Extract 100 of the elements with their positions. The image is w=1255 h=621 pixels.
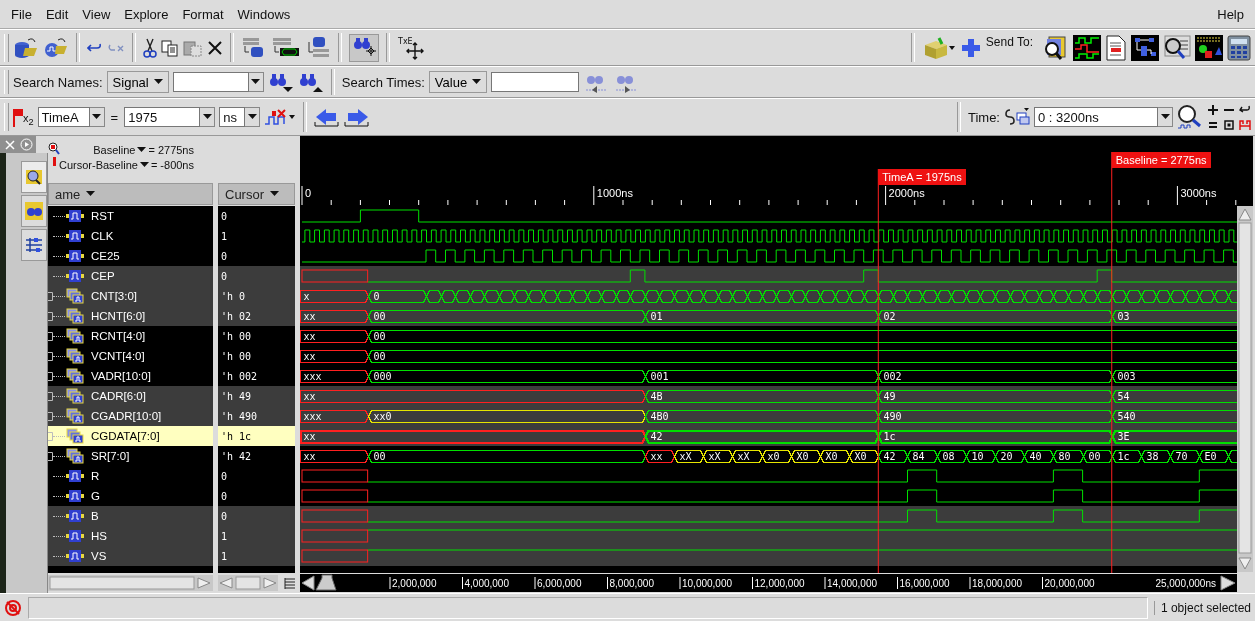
marker-search-icon[interactable] [48, 142, 60, 156]
dropdown-button[interactable] [200, 107, 216, 127]
plus-icon[interactable] [959, 36, 982, 59]
signal-row[interactable]: CE25 [48, 246, 213, 266]
undo-icon[interactable] [87, 41, 103, 54]
marker-time-field[interactable]: 1975 [124, 107, 201, 127]
flag-icon[interactable] [13, 107, 23, 127]
schematic-icon[interactable] [1131, 34, 1159, 61]
signal-row[interactable]: B [48, 506, 213, 526]
dropdown-button[interactable] [245, 107, 261, 127]
menu-item[interactable]: File [4, 6, 39, 22]
signal-row[interactable]: CEP [48, 266, 213, 286]
bus-value: 54 [1117, 391, 1130, 402]
cut-icon[interactable] [143, 37, 157, 58]
hierarchy-tab-icon[interactable] [21, 229, 47, 261]
delta-label: Cursor-Baseline [59, 159, 138, 171]
signal-row[interactable]: RST [48, 206, 213, 226]
waveform-icon[interactable] [1073, 34, 1101, 61]
signal-name: CNT[3:0] [91, 290, 137, 302]
overview-label: 4,000,000 [464, 578, 509, 589]
play-icon[interactable] [20, 138, 33, 151]
delete-icon[interactable] [207, 39, 223, 56]
horizontal-scrollbar[interactable] [218, 575, 278, 591]
signal-row[interactable]: VS [48, 546, 213, 566]
zoom-in-icon[interactable] [1207, 103, 1219, 116]
signal-icon [65, 488, 85, 504]
document-icon[interactable] [1105, 34, 1127, 61]
bus-value: xx [303, 351, 316, 362]
menu-item[interactable]: Edit [38, 6, 76, 22]
bus-value: xx [303, 431, 316, 442]
menu-item[interactable]: Explore [117, 6, 176, 22]
marker-line[interactable] [1111, 151, 1113, 573]
bus-value: 40 [1029, 451, 1042, 462]
inspector-tab-icon[interactable] [21, 161, 47, 193]
zoom-fit-icon[interactable] [1223, 118, 1235, 131]
menu-item[interactable]: Windows [230, 6, 298, 22]
binoculars-up-icon[interactable] [297, 71, 324, 93]
open-waveform-icon[interactable] [43, 35, 69, 60]
tick-mark [462, 576, 463, 590]
copy-icon[interactable] [161, 38, 179, 57]
open-database-icon[interactable] [13, 35, 39, 60]
signal-row[interactable]: G [48, 486, 213, 506]
signal-row[interactable]: SR[7:0] [48, 446, 213, 466]
horizontal-scrollbar[interactable] [48, 575, 213, 591]
value-dropdown[interactable]: Value [428, 71, 488, 93]
signal-row[interactable]: CNT[3:0] [48, 286, 213, 306]
unit-field[interactable]: ns [219, 107, 246, 127]
menu-item[interactable]: Format [175, 6, 231, 22]
link-icon[interactable] [1004, 107, 1030, 127]
binoculars-tab-icon[interactable] [21, 195, 47, 227]
search-times-field[interactable] [491, 72, 580, 92]
signal-name: CGADR[10:0] [91, 410, 162, 422]
tick-mark [301, 185, 303, 206]
signal-row[interactable]: CGADR[10:0] [48, 406, 213, 426]
bus-icon [65, 348, 85, 364]
plug-list-icon[interactable] [305, 35, 331, 60]
signal-row[interactable]: VCNT[4:0] [48, 346, 213, 366]
delete-marker-icon[interactable] [264, 107, 297, 127]
menu-item[interactable]: View [75, 6, 118, 22]
signal-row[interactable]: RCNT[4:0] [48, 326, 213, 346]
calculator-icon[interactable] [1227, 34, 1251, 61]
cursor-value: 'h 49 [221, 390, 252, 402]
binoculars-icon[interactable] [349, 33, 379, 62]
signal-row[interactable]: HCNT[6:0] [48, 306, 213, 326]
signal-row[interactable]: HS [48, 526, 213, 546]
scroll-left-icon[interactable] [301, 575, 315, 591]
signal-name: HCNT[6:0] [91, 310, 146, 322]
signal-row[interactable]: CGDATA[7:0] [48, 426, 213, 446]
column-header[interactable]: Cursor [218, 183, 295, 205]
shapes-icon[interactable] [1195, 34, 1223, 61]
next-marker-icon[interactable] [344, 106, 371, 128]
binoculars-down-icon[interactable] [267, 71, 294, 93]
marker-label[interactable]: Baseline = 2775ns [1111, 152, 1211, 168]
menu-item[interactable]: Help [1210, 6, 1251, 22]
counter-search-icon[interactable] [1163, 34, 1191, 61]
column-header[interactable]: ame [48, 183, 213, 205]
target-icon[interactable] [4, 598, 22, 617]
signal-row[interactable]: R [48, 466, 213, 486]
dropdown-button[interactable] [1158, 107, 1173, 127]
bus-icon [65, 288, 85, 304]
signal-dropdown[interactable]: Signal [106, 71, 169, 93]
previous-marker-icon[interactable] [314, 106, 341, 128]
vertical-scrollbar[interactable] [1237, 206, 1253, 572]
signal-row[interactable]: CADR[6:0] [48, 386, 213, 406]
bus-icon [65, 368, 85, 384]
scroll-right-icon[interactable] [1220, 575, 1236, 591]
zoom-markers-icon[interactable] [1239, 118, 1251, 131]
bus-value: xx [650, 451, 663, 462]
signal-row[interactable]: VADR[10:0] [48, 366, 213, 386]
marker-field[interactable]: TimeA [37, 107, 90, 127]
zoom-icon[interactable] [1177, 104, 1203, 130]
list-icon[interactable] [283, 576, 297, 590]
time-range-field[interactable]: 0 : 3200ns [1034, 107, 1158, 127]
signal-row[interactable]: CLK [48, 226, 213, 246]
close-icon[interactable] [4, 138, 16, 151]
marker-label[interactable]: TimeA = 1975ns [878, 169, 966, 185]
bus-value: 1c [883, 431, 896, 442]
search-names-field[interactable] [172, 72, 249, 92]
undo-zoom-icon[interactable] [1239, 103, 1251, 116]
overview-bar[interactable]: 2,000,000 4,000,000 6,000,000 8,000,000 10,000,000 12,000,000 14,000,000 16,000,000 18,000,000 20,000,000 25,000,000ns [300, 574, 1237, 592]
